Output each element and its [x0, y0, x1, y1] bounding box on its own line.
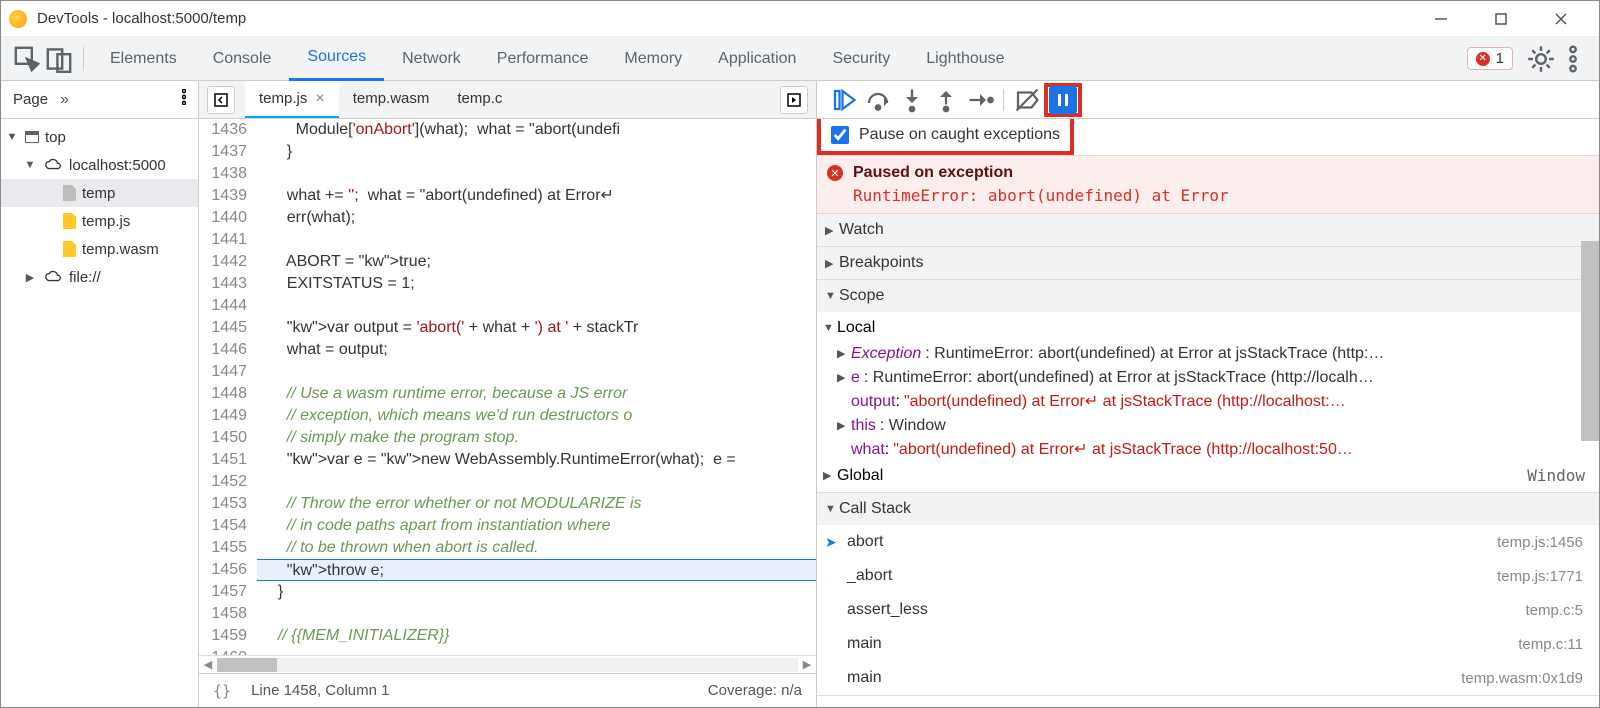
step-button[interactable]: [965, 85, 995, 115]
tab-performance[interactable]: Performance: [479, 37, 607, 81]
step-over-button[interactable]: [863, 85, 893, 115]
cloud-icon: [43, 267, 63, 287]
tree-origin[interactable]: ▼localhost:5000: [1, 151, 198, 179]
tab-lighthouse[interactable]: Lighthouse: [908, 37, 1022, 81]
cloud-icon: [43, 155, 63, 175]
file-tab-tempwasm[interactable]: temp.wasm: [339, 81, 444, 118]
debug-pane: Pause on caught exceptions ✕Paused on ex…: [817, 81, 1599, 707]
divider: [83, 47, 84, 71]
debug-toolbar: [817, 81, 1599, 119]
file-tree: ▼top ▼localhost:5000 temp temp.js temp.w…: [1, 119, 198, 707]
cursor-position: Line 1458, Column 1: [251, 682, 389, 699]
callstack-list: ➤aborttemp.js:1456_aborttemp.js:1771asse…: [817, 525, 1599, 695]
callstack-frame[interactable]: ➤aborttemp.js:1456: [817, 525, 1599, 559]
scope-section-header[interactable]: ▼Scope: [817, 280, 1599, 312]
error-icon: ✕: [1476, 52, 1490, 66]
scope-var-what[interactable]: what: "abort(undefined) at Error↵ at jsS…: [817, 438, 1599, 462]
scope-var-output[interactable]: output: "abort(undefined) at Error↵ at j…: [817, 390, 1599, 414]
tree-file-tempwasm[interactable]: temp.wasm: [1, 235, 198, 263]
tab-elements[interactable]: Elements: [92, 37, 195, 81]
tab-memory[interactable]: Memory: [606, 37, 700, 81]
devtools-favicon: [9, 10, 27, 28]
pause-on-caught-label: Pause on caught exceptions: [859, 126, 1060, 144]
tree-top-frame[interactable]: ▼top: [1, 123, 198, 151]
tab-security[interactable]: Security: [814, 37, 908, 81]
callstack-section-header[interactable]: ▼Call Stack: [817, 493, 1599, 525]
navigator-more-icon[interactable]: »: [60, 91, 69, 109]
file-tabbar: temp.js× temp.wasm temp.c: [199, 81, 816, 119]
exception-icon: ✕: [827, 165, 843, 181]
horizontal-scrollbar[interactable]: ◀▶: [199, 655, 816, 673]
callstack-frame[interactable]: maintemp.c:11: [817, 627, 1599, 661]
code-editor[interactable]: 1436143714381439144014411442144314441445…: [199, 119, 816, 655]
inspect-element-icon[interactable]: [11, 43, 43, 75]
scope-global-header[interactable]: ▶GlobalWindow: [817, 462, 1599, 490]
devtools-tabbar: Elements Console Sources Network Perform…: [1, 37, 1599, 81]
file-tab-tempjs[interactable]: temp.js×: [245, 81, 339, 118]
breakpoints-section-header[interactable]: ▶Breakpoints: [817, 247, 1599, 279]
window-titlebar: DevTools - localhost:5000/temp: [1, 1, 1599, 37]
scope-local-header[interactable]: ▼Local: [817, 314, 1599, 342]
source-area: temp.js× temp.wasm temp.c 14361437143814…: [199, 81, 817, 707]
settings-gear-icon[interactable]: [1525, 43, 1557, 75]
resume-button[interactable]: [829, 85, 859, 115]
scope-var-e[interactable]: ▶e: RuntimeError: abort(undefined) at Er…: [817, 366, 1599, 390]
device-toolbar-icon[interactable]: [43, 43, 75, 75]
pause-on-exceptions-highlight: [1044, 83, 1082, 117]
wasm-file-icon: [63, 241, 76, 257]
scope-var-this[interactable]: ▶this: Window: [817, 414, 1599, 438]
pause-on-caught-checkbox-row: Pause on caught exceptions: [817, 119, 1074, 155]
deactivate-breakpoints-button[interactable]: [1012, 85, 1042, 115]
callstack-frame[interactable]: _aborttemp.js:1771: [817, 559, 1599, 593]
window-minimize-button[interactable]: [1411, 1, 1471, 37]
tab-application[interactable]: Application: [700, 37, 814, 81]
tab-sources[interactable]: Sources: [289, 37, 384, 81]
paused-exception-banner: ✕Paused on exception RuntimeError: abort…: [817, 155, 1599, 214]
file-history-back-icon[interactable]: [207, 86, 235, 114]
tree-file-temp[interactable]: temp: [1, 179, 198, 207]
page-navigator: Page » ▼top ▼localhost:5000 temp temp.js…: [1, 81, 199, 707]
file-more-icon[interactable]: [780, 86, 808, 114]
exception-message: RuntimeError: abort(undefined) at Error: [853, 186, 1589, 205]
line-gutter[interactable]: 1436143714381439144014411442144314441445…: [199, 119, 257, 655]
watch-section-header[interactable]: ▶Watch: [817, 214, 1599, 246]
scope-var-exception[interactable]: ▶Exception: RuntimeError: abort(undefine…: [817, 342, 1599, 366]
code-content[interactable]: Module['onAbort'](what); what = "abort(u…: [257, 119, 816, 655]
window-maximize-button[interactable]: [1471, 1, 1531, 37]
frame-icon: [25, 131, 39, 143]
vertical-scrollbar-thumb[interactable]: [1581, 241, 1599, 441]
callstack-frame[interactable]: assert_lesstemp.c:5: [817, 593, 1599, 627]
js-file-icon: [63, 213, 76, 229]
tab-console[interactable]: Console: [195, 37, 290, 81]
step-into-button[interactable]: [897, 85, 927, 115]
pretty-print-icon[interactable]: {}: [213, 682, 231, 700]
editor-statusbar: {} Line 1458, Column 1 Coverage: n/a: [199, 673, 816, 707]
file-tab-tempc[interactable]: temp.c: [443, 81, 516, 118]
document-icon: [63, 185, 76, 201]
step-out-button[interactable]: [931, 85, 961, 115]
callstack-frame[interactable]: maintemp.wasm:0x1d9: [817, 661, 1599, 695]
tab-network[interactable]: Network: [384, 37, 479, 81]
error-count-badge[interactable]: ✕ 1: [1467, 47, 1513, 70]
close-tab-icon[interactable]: ×: [315, 90, 324, 108]
more-menu-icon[interactable]: [1557, 43, 1589, 75]
window-close-button[interactable]: [1531, 1, 1591, 37]
tree-file-origin[interactable]: ▶file://: [1, 263, 198, 291]
tree-file-tempjs[interactable]: temp.js: [1, 207, 198, 235]
window-title: DevTools - localhost:5000/temp: [37, 10, 1411, 27]
pause-on-exceptions-button[interactable]: [1049, 86, 1077, 114]
coverage-status: Coverage: n/a: [708, 682, 802, 699]
navigator-menu-icon[interactable]: [182, 89, 186, 110]
pause-on-caught-checkbox[interactable]: [831, 126, 849, 144]
navigator-header: Page »: [1, 81, 198, 119]
